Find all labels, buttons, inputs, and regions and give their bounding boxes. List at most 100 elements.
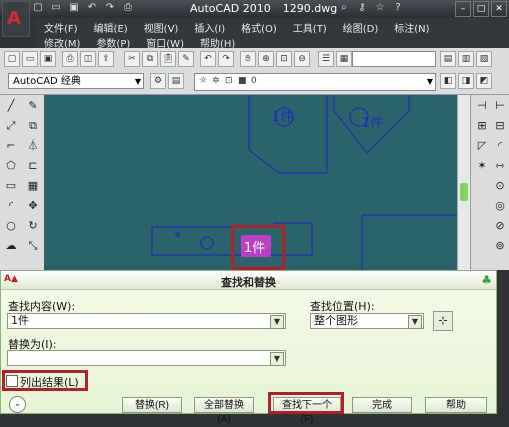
- arc-icon[interactable]: ◜: [4, 199, 18, 213]
- replace-button[interactable]: 替换(R): [122, 397, 182, 413]
- close-button[interactable]: ✕: [491, 1, 507, 17]
- layer-states-icon[interactable]: ◨: [458, 73, 474, 89]
- polyline-icon[interactable]: ⌐: [4, 139, 18, 153]
- menu-edit[interactable]: 编辑(E): [94, 20, 128, 35]
- chamfer-icon[interactable]: ◸: [475, 139, 489, 153]
- toolbar-search-box[interactable]: [352, 51, 436, 67]
- array-icon[interactable]: ▦: [26, 179, 40, 193]
- undo-icon[interactable]: ↶: [200, 51, 216, 67]
- trim-icon[interactable]: ⊣: [475, 99, 489, 113]
- print-icon[interactable]: ⎙: [62, 51, 78, 67]
- star-icon[interactable]: ☆: [374, 2, 386, 14]
- part-outline-bottom: [151, 222, 313, 256]
- preview-icon[interactable]: ◫: [80, 51, 96, 67]
- sheet-set-icon[interactable]: ▧: [476, 51, 492, 67]
- zoom-window-icon[interactable]: ⊡: [276, 51, 292, 67]
- snap-endpoint-icon[interactable]: ⊙: [493, 179, 507, 193]
- break-icon[interactable]: ⊞: [475, 119, 489, 133]
- save-icon[interactable]: ▣: [40, 51, 56, 67]
- line-icon[interactable]: ╱: [4, 99, 18, 113]
- explode-icon[interactable]: ✶: [475, 159, 489, 173]
- open-icon[interactable]: ▭: [50, 2, 62, 14]
- paste-icon[interactable]: 📋︎: [160, 51, 176, 67]
- replace-input[interactable]: ▼: [7, 350, 286, 366]
- zoom-previous-icon[interactable]: ⊖: [294, 51, 310, 67]
- menu-view[interactable]: 视图(V): [144, 20, 179, 35]
- new-icon[interactable]: ▢: [4, 51, 20, 67]
- key-icon[interactable]: ⚷: [356, 2, 368, 14]
- rotate-icon[interactable]: ↻: [26, 219, 40, 233]
- rectangle-icon[interactable]: ▭: [4, 179, 18, 193]
- copy-icon[interactable]: ⧉: [142, 51, 158, 67]
- menu-file[interactable]: 文件(F): [44, 20, 78, 35]
- replace-all-button[interactable]: 全部替换(A): [194, 397, 254, 425]
- offset-icon[interactable]: ⊏: [26, 159, 40, 173]
- move-icon[interactable]: ✥: [26, 199, 40, 213]
- scale-icon[interactable]: ⤡: [26, 239, 40, 253]
- scrollbar-thumb[interactable]: [460, 183, 468, 201]
- dialog-title-bar[interactable]: A▲ 查找和替换 ♣: [1, 271, 496, 290]
- revision-cloud-icon[interactable]: ☁: [4, 239, 18, 253]
- vertical-scrollbar[interactable]: [457, 95, 470, 270]
- chevron-down-icon[interactable]: ▼: [270, 315, 284, 329]
- fillet-icon[interactable]: ◜: [493, 139, 507, 153]
- list-results-checkbox[interactable]: [6, 375, 18, 387]
- snap-center-icon[interactable]: ◎: [493, 199, 507, 213]
- layer-dropdown[interactable]: ☼ ✲ ⊡ ■ 0 ▼: [194, 73, 436, 91]
- redo-icon[interactable]: ↷: [104, 2, 116, 14]
- snap-none-icon[interactable]: ⊘: [493, 219, 507, 233]
- autocad-logo[interactable]: A: [2, 1, 30, 37]
- menu-insert[interactable]: 插入(I): [194, 20, 225, 35]
- minimize-button[interactable]: –: [455, 1, 471, 17]
- menu-tools[interactable]: 工具(T): [293, 20, 327, 35]
- erase-icon[interactable]: ✎: [26, 99, 40, 113]
- menu-draw[interactable]: 绘图(D): [343, 20, 379, 35]
- mirror-icon[interactable]: ⏃: [26, 139, 40, 153]
- stretch-icon[interactable]: ⇿: [493, 159, 507, 173]
- save-icon[interactable]: ▣: [68, 2, 80, 14]
- chevron-down-icon[interactable]: ▼: [270, 352, 284, 366]
- new-icon[interactable]: ▢: [32, 2, 44, 14]
- layer-previous-icon[interactable]: ◧: [440, 73, 456, 89]
- menu-format[interactable]: 格式(O): [241, 20, 277, 35]
- table-icon[interactable]: ▤: [440, 51, 456, 67]
- menu-dimension[interactable]: 标注(N): [394, 20, 429, 35]
- drawing-canvas[interactable]: 1件 1件 1件: [44, 95, 457, 270]
- quickcalc-icon[interactable]: ▥: [458, 51, 474, 67]
- pan-icon[interactable]: ✋︎: [240, 51, 256, 67]
- properties-icon[interactable]: ☰: [318, 51, 334, 67]
- publish-icon[interactable]: ⇪: [98, 51, 114, 67]
- select-objects-icon[interactable]: ⊹: [433, 311, 453, 331]
- cut-icon[interactable]: ✂: [124, 51, 140, 67]
- find-input[interactable]: 1件 ▼: [7, 313, 286, 329]
- help-button[interactable]: 帮助: [425, 397, 487, 413]
- join-icon[interactable]: ⊟: [493, 119, 507, 133]
- extend-icon[interactable]: ⊢: [493, 99, 507, 113]
- redo-icon[interactable]: ↷: [218, 51, 234, 67]
- help-icon[interactable]: ♣: [481, 273, 492, 287]
- zoom-realtime-icon[interactable]: ⊕: [258, 51, 274, 67]
- find-next-button[interactable]: 查找下一个(F): [273, 397, 341, 425]
- expand-options-icon[interactable]: ⌄: [9, 396, 26, 413]
- print-icon[interactable]: ⎙: [122, 2, 134, 14]
- workspace-dropdown[interactable]: AutoCAD 经典 ▼: [8, 73, 144, 89]
- list-results-label[interactable]: 列出结果(L): [20, 374, 79, 390]
- open-icon[interactable]: ▭: [22, 51, 38, 67]
- match-properties-icon[interactable]: ✎: [178, 51, 194, 67]
- search-in-dropdown[interactable]: 整个图形 ▼: [310, 313, 424, 329]
- done-button[interactable]: 完成: [352, 397, 412, 413]
- copy-object-icon[interactable]: ⧉: [26, 119, 40, 133]
- polygon-icon[interactable]: ⬠: [4, 159, 18, 173]
- layer-properties-icon[interactable]: ▤: [168, 73, 184, 89]
- layer-iso-icon[interactable]: ◩: [476, 73, 492, 89]
- design-center-icon[interactable]: ▦: [336, 51, 352, 67]
- binoculars-icon[interactable]: ⌕: [338, 2, 350, 14]
- snap-settings-icon[interactable]: ⊚: [493, 239, 507, 253]
- undo-icon[interactable]: ↶: [86, 2, 98, 14]
- workspace-settings-icon[interactable]: ⚙: [150, 73, 166, 89]
- chevron-down-icon[interactable]: ▼: [408, 315, 422, 329]
- maximize-button[interactable]: □: [473, 1, 489, 17]
- circle-icon[interactable]: ○: [4, 219, 18, 233]
- help-icon[interactable]: ?: [392, 2, 404, 14]
- construction-line-icon[interactable]: ⤢: [4, 119, 18, 133]
